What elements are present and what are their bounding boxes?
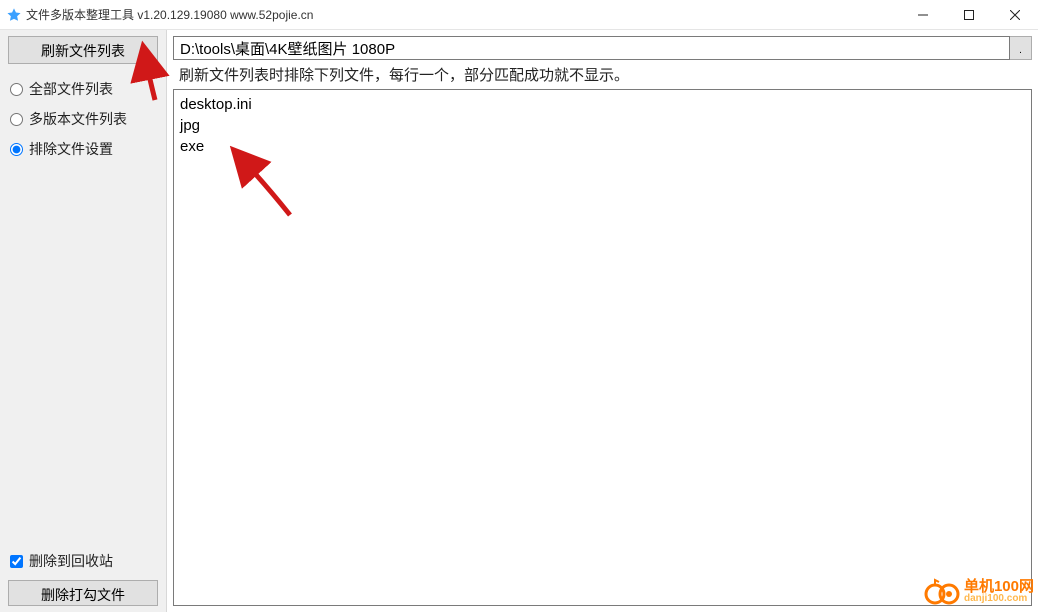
titlebar: 文件多版本整理工具 v1.20.129.19080 www.52pojie.cn [0,0,1038,30]
window-title: 文件多版本整理工具 v1.20.129.19080 www.52pojie.cn [26,6,313,23]
exclude-hint-text: 刷新文件列表时排除下列文件，每行一个，部分匹配成功就不显示。 [173,62,1032,89]
radio-all-files-label: 全部文件列表 [29,79,113,99]
radio-exclude-settings-input[interactable] [10,143,23,156]
app-star-icon [6,7,22,23]
exclude-textarea[interactable] [173,89,1032,606]
minimize-button[interactable] [900,0,946,30]
close-button[interactable] [992,0,1038,30]
sidebar: 刷新文件列表 全部文件列表 多版本文件列表 排除文件设置 删除到回收站 删除打勾… [0,30,167,612]
path-input[interactable] [173,36,1010,60]
radio-exclude-settings[interactable]: 排除文件设置 [8,134,158,164]
recycle-checkbox[interactable]: 删除到回收站 [8,546,158,576]
radio-exclude-settings-label: 排除文件设置 [29,139,113,159]
delete-button[interactable]: 删除打勾文件 [8,580,158,606]
maximize-button[interactable] [946,0,992,30]
radio-all-files-input[interactable] [10,83,23,96]
browse-button[interactable]: . [1010,36,1032,60]
recycle-checkbox-input[interactable] [10,555,23,568]
radio-multi-version-label: 多版本文件列表 [29,109,127,129]
recycle-checkbox-label: 删除到回收站 [29,551,113,571]
main-panel: . 刷新文件列表时排除下列文件，每行一个，部分匹配成功就不显示。 [167,30,1038,612]
window-controls [900,0,1038,30]
radio-all-files[interactable]: 全部文件列表 [8,74,158,104]
refresh-button[interactable]: 刷新文件列表 [8,36,158,64]
radio-multi-version-input[interactable] [10,113,23,126]
radio-multi-version[interactable]: 多版本文件列表 [8,104,158,134]
path-row: . [173,36,1032,60]
